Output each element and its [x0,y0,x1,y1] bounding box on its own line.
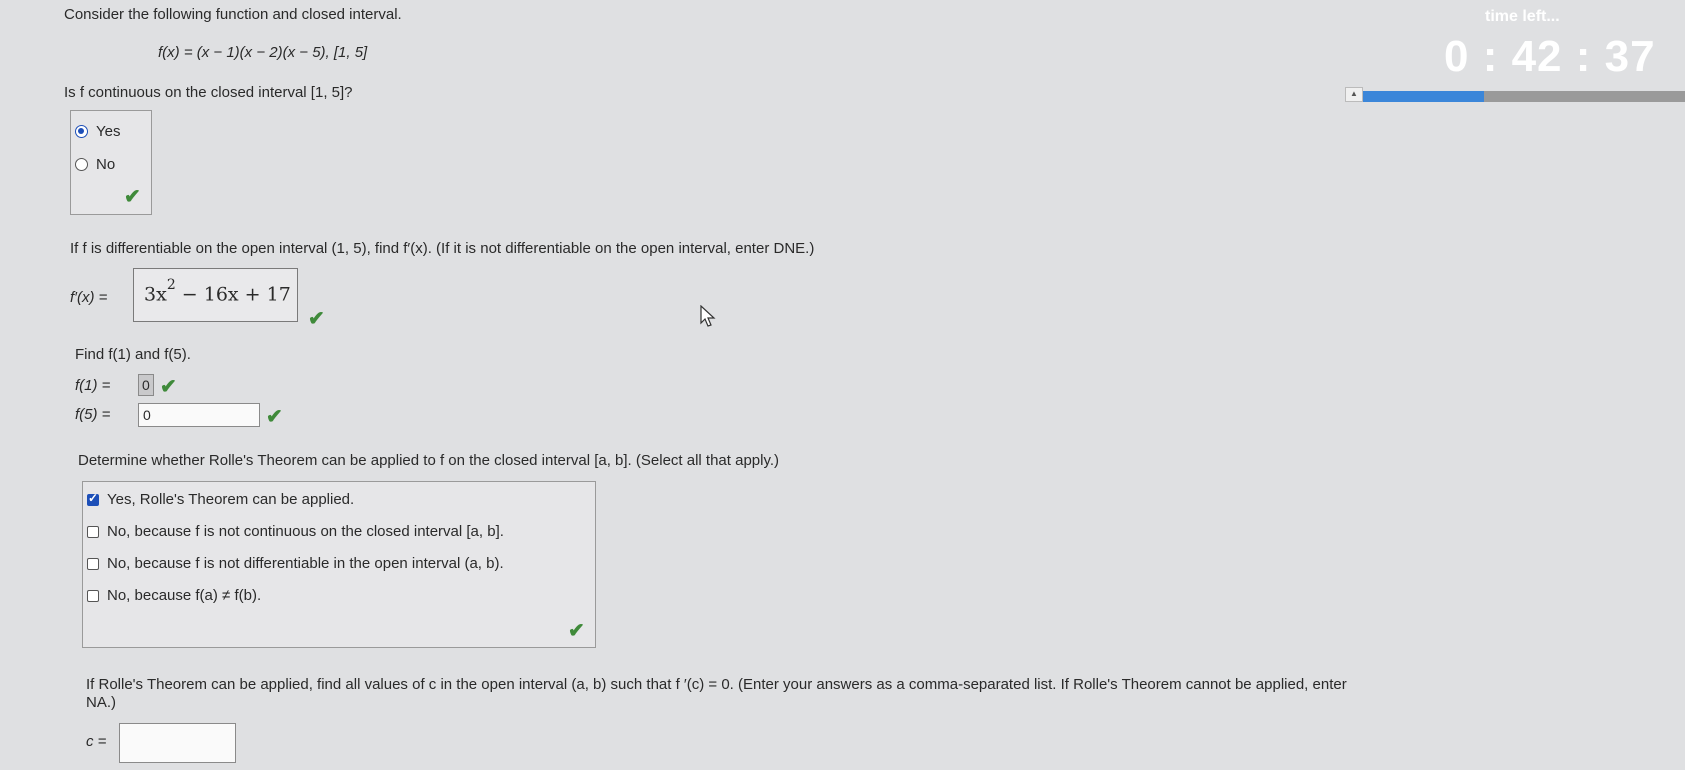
q1-answer-box: Yes No ✔ [70,110,152,215]
correct-check-icon: ✔ [266,406,283,428]
timer-label: time left... [1485,8,1560,25]
q3-prompt: Find f(1) and f(5). [75,346,191,363]
f5-label: f(5) = [75,406,111,423]
collapse-arrow-icon[interactable]: ▲ [1345,87,1363,102]
q4-option-label: No, because f(a) ≠ f(b). [107,587,262,604]
radio-unselected-icon[interactable] [75,158,88,171]
checkbox-unchecked-icon[interactable] [87,525,99,538]
f1-label: f(1) = [75,377,111,394]
q4-answer-box: Yes, Rolle's Theorem can be applied. No,… [82,481,596,648]
q4-prompt: Determine whether Rolle's Theorem can be… [78,452,780,469]
intro-text: Consider the following function and clos… [64,6,402,23]
q5-prompt-line1: If Rolle's Theorem can be applied, find … [86,676,1347,693]
q2-label: f′(x) = [70,289,108,306]
correct-check-icon: ✔ [160,376,177,398]
timer-value: 0 : 42 : 37 [1444,32,1656,81]
function-definition: f(x) = (x − 1)(x − 2)(x − 5), [1, 5] [158,44,368,61]
q2-prompt: If f is differentiable on the open inter… [70,240,815,257]
q1-prompt: Is f continuous on the closed interval [… [64,84,353,101]
timer-progress-fill [1345,91,1484,102]
q1-option-yes[interactable]: Yes [75,123,120,140]
q4-option-yes[interactable]: Yes, Rolle's Theorem can be applied. [87,491,354,508]
checkbox-checked-icon[interactable] [87,491,99,506]
c-label: c = [86,733,107,750]
q4-option-not-continuous[interactable]: No, because f is not continuous on the c… [87,523,504,540]
mouse-pointer-icon [700,305,716,327]
correct-check-icon: ✔ [308,308,325,330]
q4-option-label: No, because f is not differentiable in t… [107,555,504,572]
correct-check-icon: ✔ [568,620,585,642]
c-values-input[interactable] [119,723,236,763]
q4-option-not-differentiable[interactable]: No, because f is not differentiable in t… [87,555,504,572]
q1-option-no[interactable]: No [75,156,115,173]
q1-option-label: No [96,156,116,173]
f5-input[interactable]: 0 [138,403,260,427]
q5-prompt-line2: NA.) [86,694,116,711]
checkbox-unchecked-icon[interactable] [87,557,99,570]
q1-option-label: Yes [96,123,121,140]
q4-option-label: No, because f is not continuous on the c… [107,523,504,540]
correct-check-icon: ✔ [124,186,141,208]
f1-input[interactable]: 0 [138,374,154,396]
checkbox-unchecked-icon[interactable] [87,589,99,602]
radio-selected-icon[interactable] [75,125,88,138]
derivative-answer-field[interactable]: 3x2 − 16x + 17 [133,268,298,322]
derivative-answer: 3x2 − 16x + 17 [144,277,291,306]
q4-option-label: Yes, Rolle's Theorem can be applied. [107,491,355,508]
q4-option-fa-not-fb[interactable]: No, because f(a) ≠ f(b). [87,587,261,604]
